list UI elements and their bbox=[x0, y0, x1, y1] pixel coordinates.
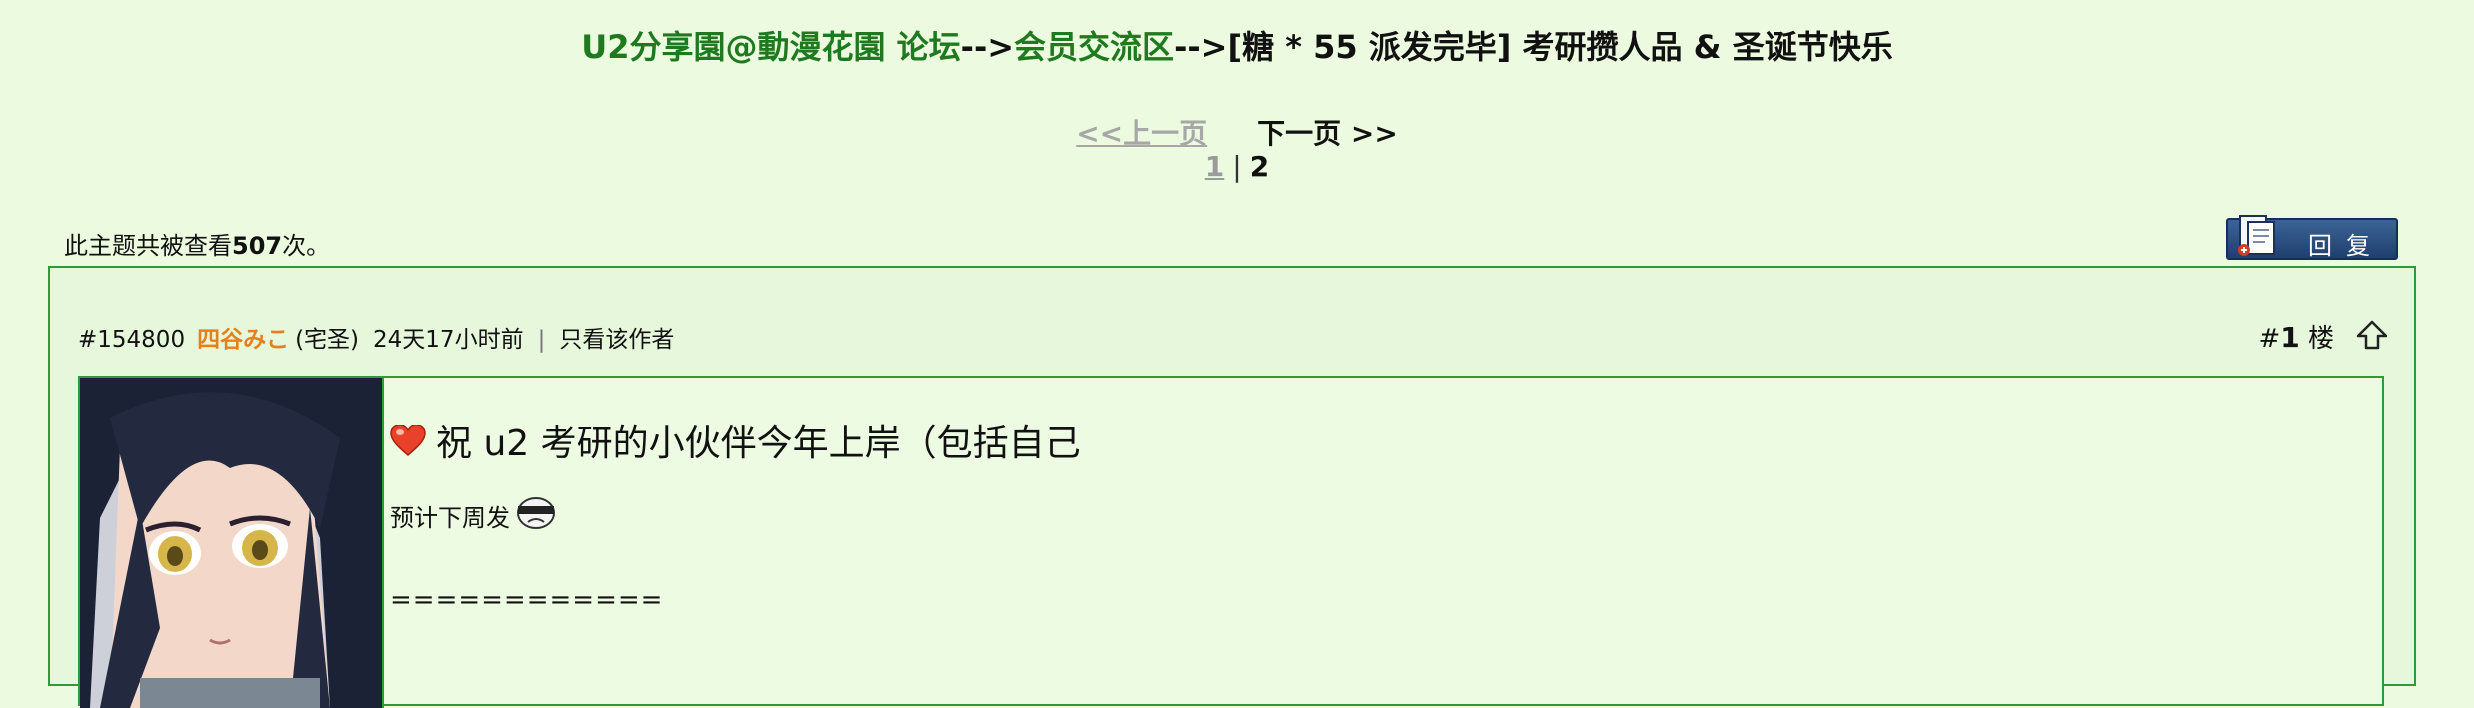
page-separator: | bbox=[1232, 150, 1242, 183]
post-header: #154800 四谷みこ (宅圣) 24天17小时前 | 只看该作者 bbox=[78, 320, 674, 354]
author-avatar bbox=[80, 378, 384, 708]
author-link[interactable]: 四谷みこ bbox=[197, 327, 289, 353]
floor-number: 1 bbox=[2280, 321, 2300, 354]
header-divider: | bbox=[537, 327, 546, 353]
view-count-suffix: 次。 bbox=[282, 232, 331, 260]
breadcrumb: U2分享園@動漫花園 论坛-->会员交流区-->[糖 * 55 派发完毕] 考研… bbox=[0, 22, 2474, 68]
breadcrumb-section-link[interactable]: 会员交流区 bbox=[1014, 28, 1174, 66]
page-2-current: 2 bbox=[1249, 150, 1270, 183]
reply-button[interactable]: 回复 bbox=[2226, 215, 2398, 260]
page-1-link[interactable]: 1 bbox=[1205, 150, 1224, 183]
breadcrumb-forum-link[interactable]: U2分享園@動漫花園 论坛 bbox=[581, 28, 960, 66]
back-to-top-icon[interactable] bbox=[2354, 318, 2390, 354]
post-title: 祝 u2 考研的小伙伴今年上岸（包括自己 bbox=[390, 414, 1081, 466]
view-count-number: 507 bbox=[232, 232, 283, 260]
only-author-link[interactable]: 只看该作者 bbox=[559, 327, 674, 353]
reply-document-icon bbox=[2236, 214, 2280, 262]
post-content: 祝 u2 考研的小伙伴今年上岸（包括自己 预计下周发 ============ bbox=[390, 414, 1081, 615]
author-title: (宅圣) bbox=[295, 327, 360, 353]
floor-label: #1 楼 bbox=[2258, 318, 2334, 355]
post-title-text: 祝 u2 考研的小伙伴今年上岸（包括自己 bbox=[436, 423, 1081, 464]
next-page-link[interactable]: 下一页 >> bbox=[1257, 117, 1398, 150]
heart-icon bbox=[390, 424, 426, 457]
pager-nav: <<上一页 下一页 >> bbox=[0, 112, 2474, 152]
post-time: 24天17小时前 bbox=[373, 327, 524, 353]
reply-button-label: 回复 bbox=[2308, 232, 2384, 260]
post-body: 祝 u2 考研的小伙伴今年上岸（包括自己 预计下周发 ============ bbox=[78, 376, 2384, 708]
breadcrumb-separator: --> bbox=[960, 28, 1015, 66]
post-line-text: 预计下周发 bbox=[390, 504, 510, 532]
breadcrumb-separator: --> bbox=[1174, 28, 1228, 66]
view-count-prefix: 此主题共被查看 bbox=[64, 232, 232, 260]
prev-page-link[interactable]: <<上一页 bbox=[1076, 117, 1207, 150]
floor-prefix: # bbox=[2258, 324, 2281, 354]
view-count: 此主题共被查看507次。 bbox=[64, 226, 330, 261]
post-card: #154800 四谷みこ(宅圣) 24天17小时前 | 只看该作者 #1 楼 bbox=[48, 266, 2416, 708]
page-numbers: 1 | 2 bbox=[0, 150, 2474, 183]
breadcrumb-thread-title: [糖 * 55 派发完毕] 考研攒人品 & 圣诞节快乐 bbox=[1227, 28, 1893, 66]
post-id: #154800 bbox=[78, 327, 186, 353]
floor-suffix: 楼 bbox=[2307, 324, 2334, 354]
post-line: 预计下周发 bbox=[390, 496, 1081, 533]
post-separator-line: ============ bbox=[390, 585, 664, 615]
emoticon-icon bbox=[514, 496, 558, 530]
